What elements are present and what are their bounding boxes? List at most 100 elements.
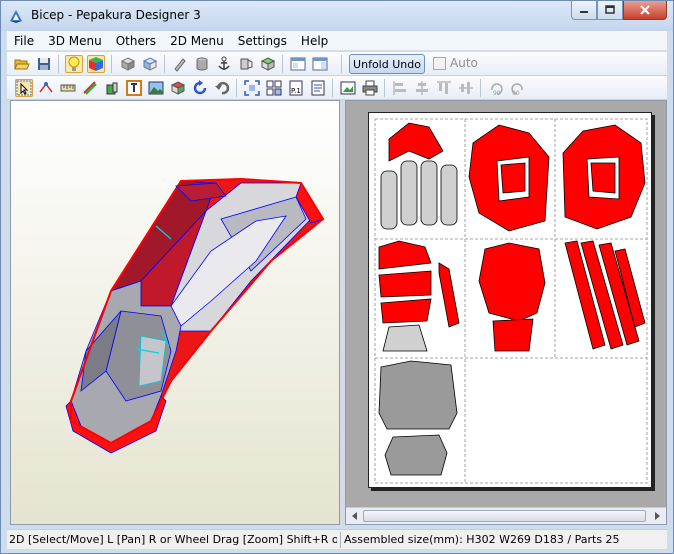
align-top-icon [437, 81, 451, 94]
minimize-button[interactable] [571, 1, 597, 20]
edit-toolbar: P.1 90 90 [7, 76, 667, 100]
select-arrow-icon [16, 80, 32, 96]
scrollbar-thumb[interactable] [363, 510, 646, 522]
scroll-left-icon[interactable] [349, 511, 361, 521]
export-image-button[interactable] [339, 79, 357, 97]
align-center-button[interactable] [413, 79, 431, 97]
rotate-left-90-icon: 90 [491, 83, 503, 96]
status-divider [340, 531, 341, 548]
align-center-icon [416, 81, 428, 95]
pencil-icon [174, 58, 186, 72]
cylinder-icon [196, 57, 208, 71]
fold-lines-button[interactable] [81, 79, 99, 97]
join-edge-icon [39, 82, 53, 93]
title-bar[interactable]: Bicep - Pepakura Designer 3 [1, 1, 673, 31]
align-middle-button[interactable] [457, 79, 475, 97]
toolbar-separator [236, 79, 237, 97]
rotate-left-90-button[interactable]: 90 [487, 79, 505, 97]
menu-others[interactable]: Others [109, 31, 163, 51]
horizontal-scrollbar[interactable] [346, 507, 666, 524]
3d-view-pane[interactable] [10, 100, 340, 525]
window-layout-icon [290, 57, 306, 71]
select-mode-button[interactable] [15, 79, 33, 97]
menu-file[interactable]: File [7, 31, 41, 51]
scroll-right-icon[interactable] [651, 511, 663, 521]
menu-bar: File 3D Menu Others 2D Menu Settings Hel… [7, 31, 667, 51]
pattern-paper [368, 112, 652, 488]
main-toolbar: Unfold Undo Auto [7, 52, 667, 76]
open-button[interactable] [13, 55, 31, 73]
close-icon [640, 5, 650, 15]
paint-cube-icon [260, 57, 276, 71]
menu-2d[interactable]: 2D Menu [163, 31, 231, 51]
align-top-button[interactable] [435, 79, 453, 97]
view-cube-button[interactable] [119, 55, 137, 73]
2d-pattern-pane[interactable] [345, 100, 667, 525]
export-picture-icon [340, 81, 356, 95]
zoom-frame-icon [244, 80, 260, 96]
anchor-button[interactable] [215, 55, 233, 73]
maximize-icon [605, 5, 615, 14]
rotate-arrow-icon [193, 80, 207, 95]
align-left-button[interactable] [391, 79, 409, 97]
arrange-parts-button[interactable] [265, 79, 283, 97]
status-hint: 2D [Select/Move] L [Pan] R or Wheel Drag… [9, 533, 337, 546]
edge-edit-button[interactable] [171, 55, 189, 73]
paint-button[interactable] [103, 79, 121, 97]
picture-icon [148, 81, 164, 95]
cylinder-button[interactable] [193, 55, 211, 73]
dimension-button[interactable] [59, 79, 77, 97]
coloring-button[interactable] [259, 55, 277, 73]
flaps-button[interactable] [237, 55, 255, 73]
undo-arrow-icon [215, 81, 230, 95]
page-settings-button[interactable] [309, 79, 327, 97]
toolbar-separator [341, 55, 342, 73]
3d-model[interactable] [11, 101, 341, 526]
arrange-grid-icon [266, 80, 282, 96]
rotate-button[interactable] [191, 79, 209, 97]
light-toggle-button[interactable] [65, 55, 83, 73]
close-button[interactable] [623, 1, 667, 20]
unfold-undo-button[interactable]: Unfold Undo [349, 54, 425, 74]
print-button[interactable] [361, 79, 379, 97]
page-1-button[interactable]: P.1 [287, 79, 305, 97]
menu-help[interactable]: Help [294, 31, 335, 51]
toolbar-separator [384, 79, 385, 97]
text-button[interactable] [125, 79, 143, 97]
svg-text:P.1: P.1 [291, 87, 301, 95]
zoom-fit-button[interactable] [243, 79, 261, 97]
save-button[interactable] [35, 55, 53, 73]
layout-split-button[interactable] [311, 55, 329, 73]
view-faces-button[interactable] [141, 55, 159, 73]
rotate-right-90-button[interactable]: 90 [509, 79, 527, 97]
text-frame-icon [126, 80, 142, 96]
paint-bucket-icon [106, 82, 118, 95]
join-edges-button[interactable] [37, 79, 55, 97]
window-split-icon [312, 57, 328, 71]
undo-button[interactable] [213, 79, 231, 97]
pepakura-app-icon [10, 10, 22, 23]
maximize-button[interactable] [597, 1, 623, 20]
toolbar-separator [480, 79, 481, 97]
folder-open-icon [14, 59, 30, 70]
parts-3d-button[interactable] [169, 79, 187, 97]
toolbar-separator [58, 55, 59, 73]
window-title: Bicep - Pepakura Designer 3 [31, 8, 201, 22]
align-middle-icon [459, 82, 473, 94]
rotate-right-90-icon: 90 [511, 83, 523, 96]
color-cube-icon [89, 57, 103, 71]
menu-settings[interactable]: Settings [231, 31, 294, 51]
toolbar-separator [332, 79, 333, 97]
flap-icon [240, 58, 253, 70]
light-bulb-icon [68, 56, 80, 71]
menu-3d[interactable]: 3D Menu [41, 31, 109, 51]
align-left-icon [393, 81, 406, 95]
image-button[interactable] [147, 79, 165, 97]
printer-icon [362, 80, 378, 96]
layout-single-button[interactable] [289, 55, 307, 73]
auto-checkbox[interactable] [433, 57, 446, 70]
toolbar-separator [282, 55, 283, 73]
status-bar: 2D [Select/Move] L [Pan] R or Wheel Drag… [7, 529, 667, 549]
pattern-parts[interactable] [369, 113, 653, 489]
texture-toggle-button[interactable] [87, 55, 105, 73]
